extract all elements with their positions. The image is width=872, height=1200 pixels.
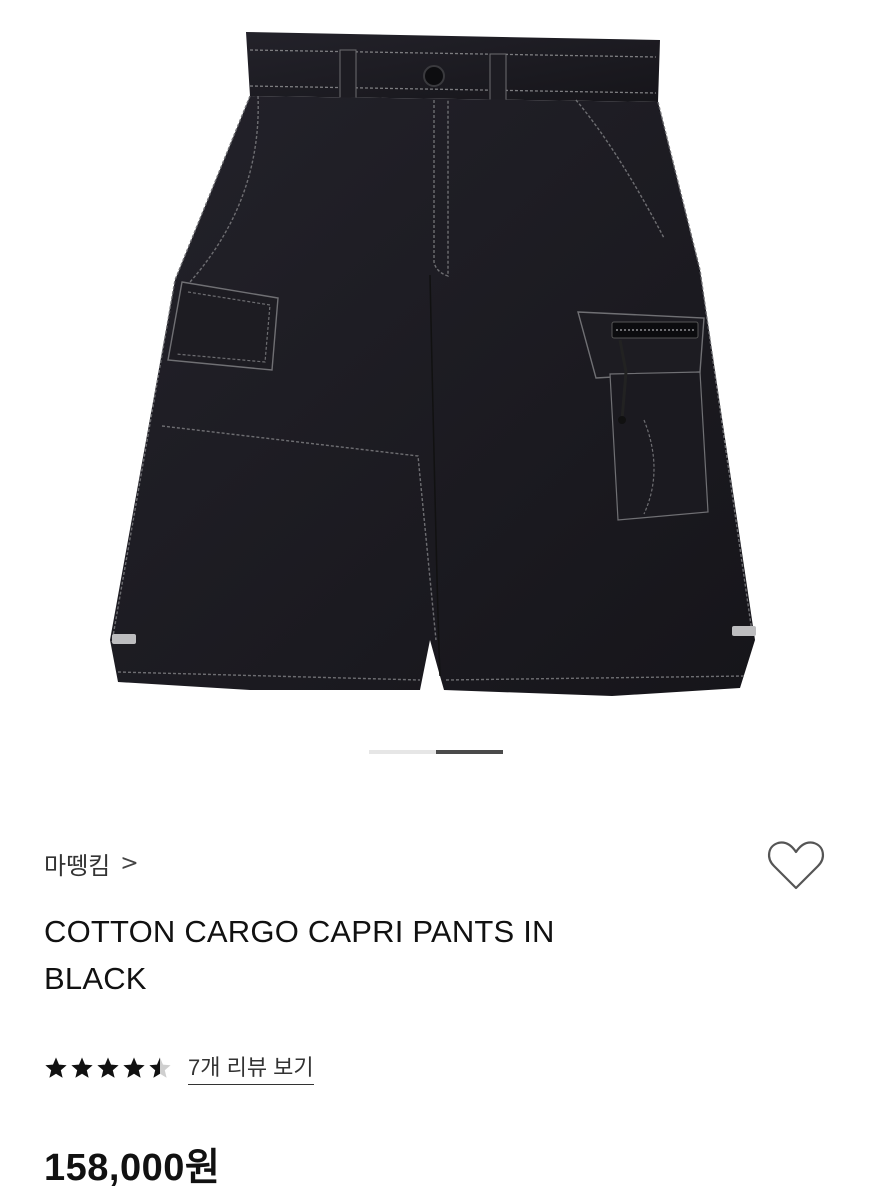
star-icon <box>123 1057 145 1078</box>
brand-name: 마뗑킴 <box>44 853 111 880</box>
star-icon <box>71 1057 93 1078</box>
carousel-indicator[interactable] <box>369 750 503 754</box>
heart-outline-icon <box>768 841 824 890</box>
chevron-right-icon: > <box>120 851 139 876</box>
rating-row: 7개 리뷰 보기 <box>44 1050 314 1085</box>
brand-link[interactable]: 마뗑킴 > <box>44 846 139 881</box>
review-link[interactable]: 7개 리뷰 보기 <box>188 1050 314 1085</box>
star-icon <box>149 1057 171 1078</box>
cargo-shorts-illustration <box>110 32 756 696</box>
wishlist-button[interactable] <box>766 838 826 894</box>
product-image[interactable] <box>0 0 872 790</box>
product-price: 158,000원 <box>44 1147 221 1189</box>
carousel-dot-1[interactable] <box>369 750 436 754</box>
product-title: COTTON CARGO CAPRI PANTS IN BLACK <box>44 914 555 996</box>
star-icon <box>45 1057 67 1078</box>
carousel-dot-2[interactable] <box>436 750 503 754</box>
star-rating <box>44 1056 174 1080</box>
star-icon <box>97 1057 119 1078</box>
